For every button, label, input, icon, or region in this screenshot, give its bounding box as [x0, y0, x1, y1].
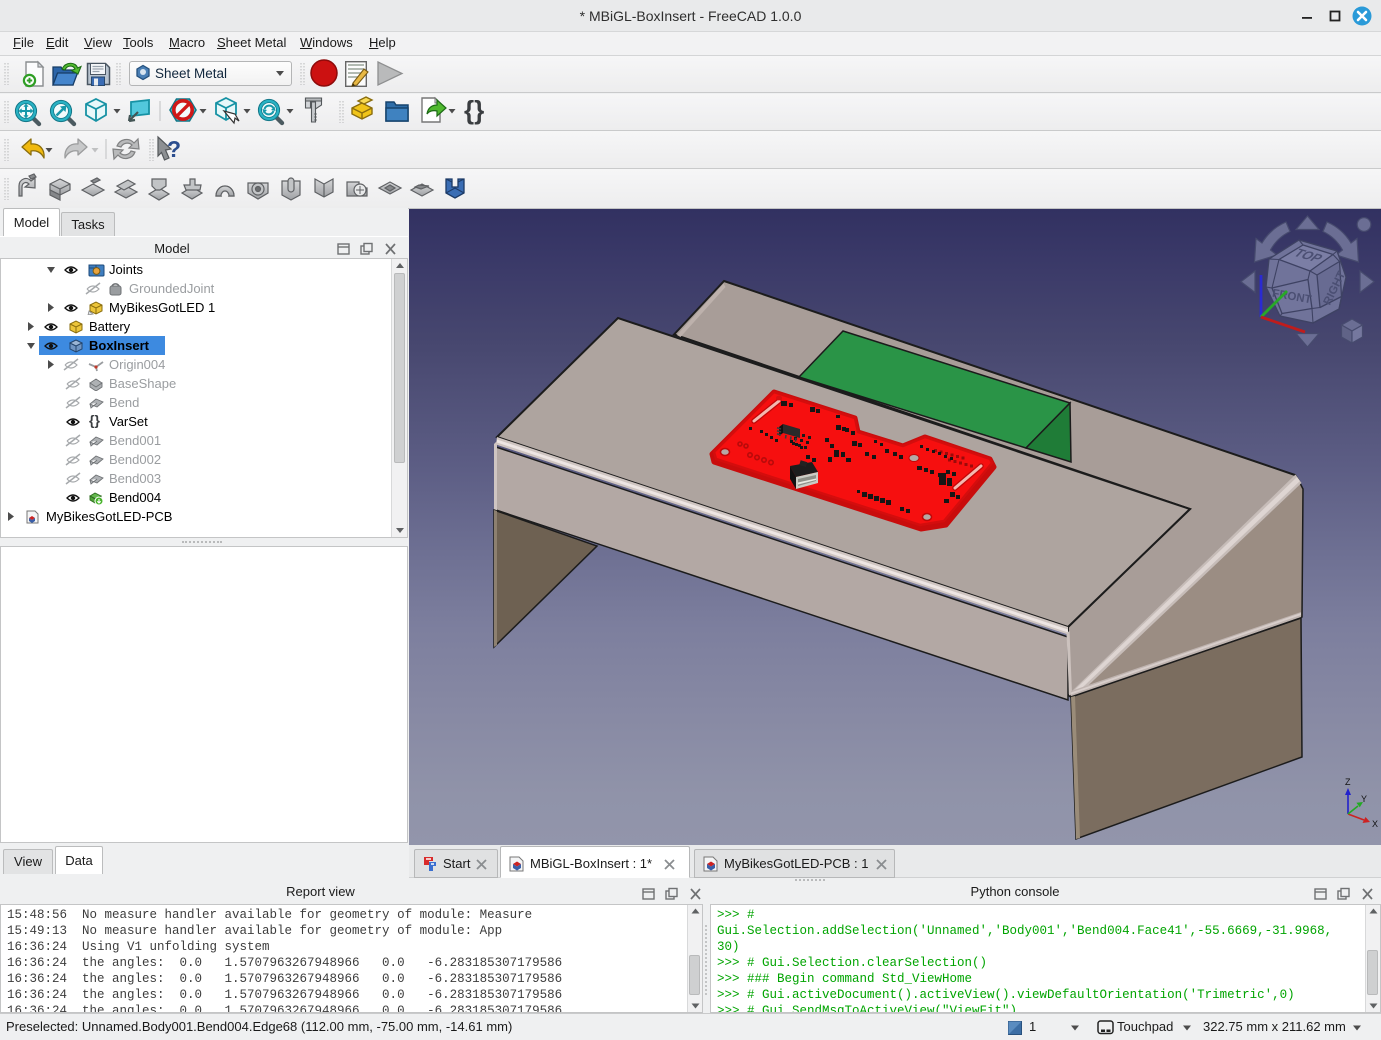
svg-text:?: ?	[167, 136, 181, 162]
svg-text:Y: Y	[1361, 794, 1367, 804]
svg-text:X: X	[1372, 819, 1378, 829]
svg-text:Z: Z	[1345, 777, 1351, 787]
svg-text:{}: {}	[464, 95, 484, 125]
svg-text:Sheet Metal: Sheet Metal	[155, 66, 227, 81]
